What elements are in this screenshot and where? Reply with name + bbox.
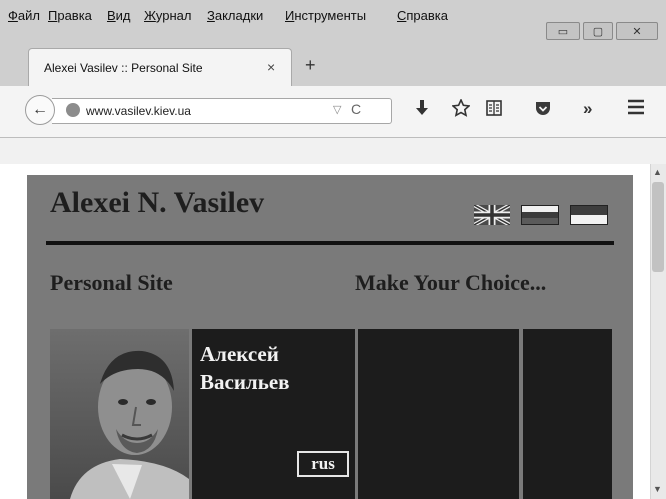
menu-history[interactable]: Журнал xyxy=(144,8,191,23)
minimize-button[interactable]: ▭ xyxy=(546,22,580,40)
portrait-photo[interactable] xyxy=(50,329,189,499)
url-text[interactable]: www.vasilev.kiev.ua xyxy=(86,104,191,118)
person-first-name: Алексей xyxy=(200,342,279,366)
pocket-icon[interactable] xyxy=(534,99,552,122)
menu-tools[interactable]: Инструменты xyxy=(285,8,366,23)
menu-bookmarks[interactable]: Закладки xyxy=(207,8,263,23)
scroll-up-icon[interactable]: ▲ xyxy=(653,167,662,177)
site-subtitle: Personal Site xyxy=(50,270,173,295)
site-title: Alexei N. Vasilev xyxy=(50,186,265,219)
scroll-down-icon[interactable]: ▼ xyxy=(653,484,662,494)
back-arrow-icon: ← xyxy=(32,101,48,118)
maximize-icon: ▢ xyxy=(592,25,604,38)
close-button[interactable]: ✕ xyxy=(616,22,658,40)
menu-edit[interactable]: Правка xyxy=(48,8,92,23)
header-divider xyxy=(46,241,614,245)
ukraine-flag-icon[interactable] xyxy=(570,205,608,225)
person-last-name: Васильев xyxy=(200,370,290,394)
bookmarks-toolbar xyxy=(0,138,666,164)
reading-list-icon[interactable] xyxy=(485,99,503,122)
panel-empty-2[interactable] xyxy=(523,329,612,499)
reload-icon[interactable]: C xyxy=(351,101,361,117)
new-tab-icon[interactable]: + xyxy=(305,55,316,76)
russia-flag-icon[interactable] xyxy=(521,205,559,225)
menu-view[interactable]: Вид xyxy=(107,8,131,23)
site-identity-icon[interactable] xyxy=(66,103,80,117)
back-button[interactable]: ← xyxy=(25,95,55,125)
hamburger-menu-icon[interactable] xyxy=(627,99,645,120)
menu-file[interactable]: Файл xyxy=(8,8,40,23)
url-dropdown-icon[interactable]: ▽ xyxy=(333,103,341,116)
overflow-icon[interactable]: » xyxy=(583,99,592,119)
tab-title: Alexei Vasilev :: Personal Site xyxy=(44,61,203,75)
close-icon: ✕ xyxy=(632,25,642,38)
tab-close-icon[interactable]: × xyxy=(267,59,275,75)
rus-language-button[interactable]: rus xyxy=(297,451,349,477)
star-icon[interactable] xyxy=(451,98,471,122)
menu-help[interactable]: Справка xyxy=(397,8,448,23)
uk-flag-icon[interactable] xyxy=(473,203,511,227)
download-icon[interactable] xyxy=(415,99,429,122)
scrollbar-thumb[interactable] xyxy=(652,182,664,272)
choice-heading: Make Your Choice... xyxy=(355,270,547,295)
maximize-button[interactable]: ▢ xyxy=(583,22,613,40)
minimize-icon: ▭ xyxy=(557,25,569,38)
panel-empty-1[interactable] xyxy=(358,329,519,499)
person-name: Алексей Васильев xyxy=(200,340,350,396)
